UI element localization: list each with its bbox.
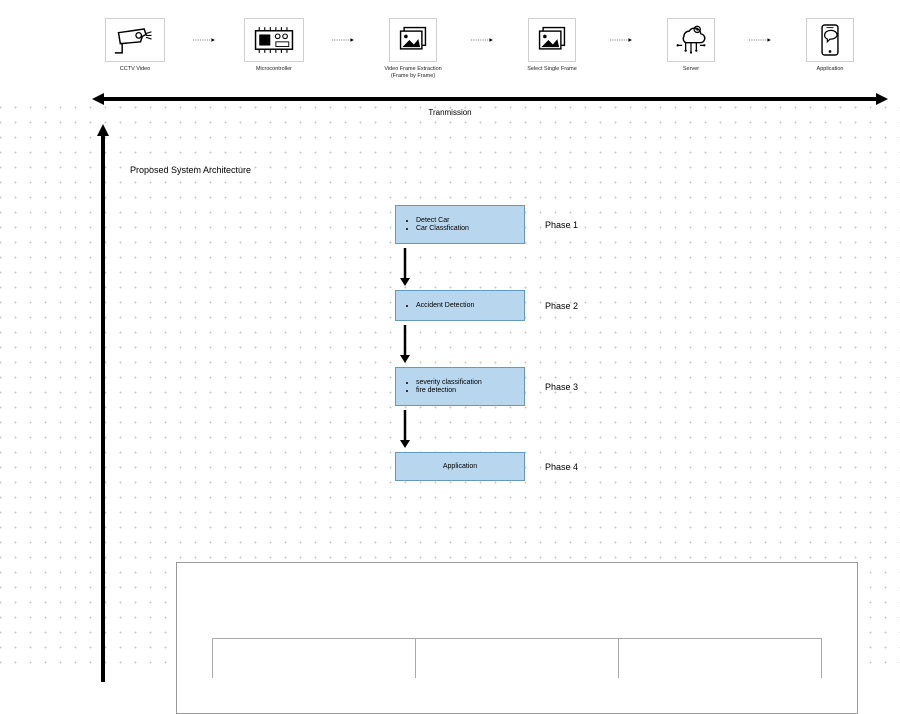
dotted-arrow-icon (332, 18, 355, 62)
phase4-cell (213, 639, 416, 678)
phase-box-2: Accident Detection (395, 290, 525, 321)
phase-label-2: Phase 2 (545, 301, 615, 311)
phase-column: Detect Car Car Classfication Phase 1 Acc… (285, 205, 615, 481)
dotted-arrow-icon (610, 18, 633, 62)
phase-box-4: Application (395, 452, 525, 481)
diagram-heading: Proposed System Architecture (130, 165, 251, 175)
phase2-item: Accident Detection (416, 302, 516, 309)
phase-row-3: severity classification fire detection P… (285, 367, 615, 406)
pipeline-label: Microcontroller (256, 66, 292, 73)
mobile-chat-icon (806, 18, 854, 62)
frames-stack-icon (389, 18, 437, 62)
phase4-cell (619, 639, 821, 678)
phase-row-2: Accident Detection Phase 2 (285, 290, 615, 321)
dotted-arrow-icon (193, 18, 216, 62)
pipeline-item-application: Application (800, 18, 860, 73)
pipeline-item-cctv: CCTV Video (105, 18, 165, 73)
vertical-arrow (96, 122, 110, 674)
pipeline-item-extraction: Video Frame Extraction (Frame by Frame) (383, 18, 443, 80)
pipeline-label: Select Single Frame (527, 66, 577, 73)
transmission-label: Tranmission (428, 108, 471, 117)
pipeline-item-select-frame: Select Single Frame (522, 18, 582, 73)
flow-arrow-icon (398, 246, 412, 288)
pipeline-item-microcontroller: Microcontroller (244, 18, 304, 73)
flow-arrow-icon (398, 408, 412, 450)
phase-box-3: severity classification fire detection (395, 367, 525, 406)
phase-label-4: Phase 4 (545, 462, 615, 472)
phase1-item: Car Classfication (416, 225, 516, 232)
pipeline-label: Server (683, 66, 699, 73)
dotted-arrow-icon (471, 18, 494, 62)
dotted-arrow-icon (749, 18, 772, 62)
phase1-item: Detect Car (416, 217, 516, 224)
pipeline-label: CCTV Video (120, 66, 150, 73)
phase4-inner-cells (212, 638, 822, 678)
phase-label-3: Phase 3 (545, 382, 615, 392)
phase4-title: Application (443, 463, 477, 470)
pipeline-item-server: Server (661, 18, 721, 73)
phase-row-1: Detect Car Car Classfication Phase 1 (285, 205, 615, 244)
phase-label-1: Phase 1 (545, 220, 615, 230)
phase4-cell (416, 639, 619, 678)
frames-stack-icon (528, 18, 576, 62)
pipeline-row: CCTV Video Microcontroller (105, 18, 860, 80)
phase-row-4: Application Phase 4 (285, 452, 615, 481)
phase3-item: fire detection (416, 387, 516, 394)
cloud-server-icon (667, 18, 715, 62)
flow-arrow-icon (398, 323, 412, 365)
phase-box-1: Detect Car Car Classfication (395, 205, 525, 244)
cctv-camera-icon (105, 18, 165, 62)
pipeline-label: Video Frame Extraction (Frame by Frame) (383, 66, 443, 80)
microcontroller-icon (244, 18, 304, 62)
transmission-arrow (90, 92, 890, 111)
phase3-item: severity classification (416, 379, 516, 386)
pipeline-label: Application (817, 66, 844, 73)
